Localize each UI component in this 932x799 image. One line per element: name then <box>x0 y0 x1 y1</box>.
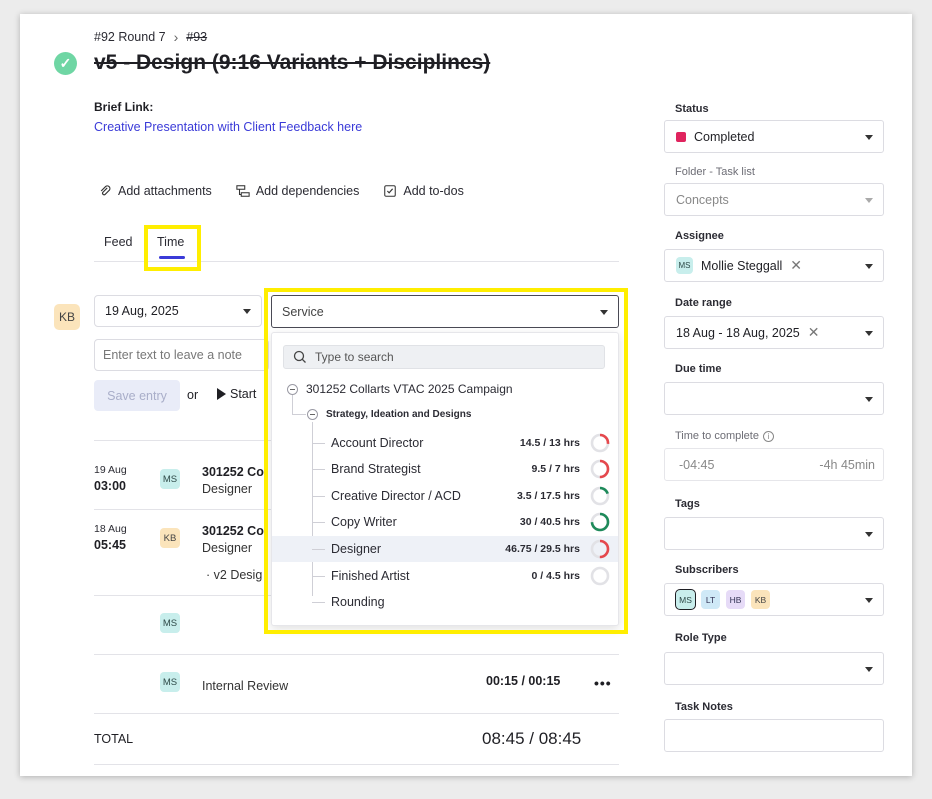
date-range-value: 18 Aug - 18 Aug, 2025 <box>676 325 800 340</box>
entry-date: 19 Aug <box>94 464 127 476</box>
time-to-complete-label: Time to complete <box>675 430 759 442</box>
status-value: Completed <box>694 129 755 144</box>
brief-link[interactable]: Creative Presentation with Client Feedba… <box>94 120 362 134</box>
check-complete-icon[interactable]: ✓ <box>54 52 77 75</box>
list-divider <box>94 764 619 765</box>
caret-down-icon <box>865 531 873 537</box>
task-title[interactable]: v5 - Design (9:16 Variants + Disciplines… <box>94 51 490 75</box>
play-icon <box>217 388 226 400</box>
avatar: KB <box>160 528 180 548</box>
subscribers-select[interactable]: MS LT HB KB <box>664 583 884 616</box>
highlight-box-service <box>264 288 628 634</box>
more-options-icon[interactable]: ••• <box>594 675 612 691</box>
caret-down-icon <box>865 396 873 402</box>
time-to-complete-field: -04:45 -4h 45min <box>664 448 884 481</box>
entry-project[interactable]: 301252 Co <box>202 465 264 479</box>
assignee-name: Mollie Steggall <box>701 258 783 273</box>
entry-role: Designer <box>202 482 253 496</box>
avatar: MS <box>160 469 180 489</box>
date-picker[interactable]: 19 Aug, 2025 <box>94 295 262 327</box>
avatar[interactable]: KB <box>751 590 770 609</box>
chevron-right-icon: › <box>173 29 179 45</box>
date-value: 19 Aug, 2025 <box>105 304 179 318</box>
entry-role: Designer <box>202 541 253 555</box>
add-attachments-label: Add attachments <box>118 184 212 198</box>
status-label: Status <box>675 103 709 115</box>
start-timer-button[interactable]: Start <box>217 387 256 401</box>
due-time-select[interactable] <box>664 382 884 415</box>
clear-icon[interactable]: ✕ <box>808 324 820 341</box>
brief-link-label: Brief Link: <box>94 100 154 114</box>
entry-subtask-label: v2 Desig <box>213 568 263 582</box>
entry-time: 05:45 <box>94 538 126 552</box>
list-divider <box>94 713 619 714</box>
entry-date: 18 Aug <box>94 523 127 535</box>
time-to-complete-left: -04:45 <box>679 458 715 472</box>
assignee-select[interactable]: MS Mollie Steggall ✕ <box>664 249 884 282</box>
date-range-label: Date range <box>675 297 732 309</box>
caret-down-icon <box>865 134 873 140</box>
breadcrumb: #92 Round 7 › #93 <box>94 29 207 45</box>
caret-down-icon <box>865 666 873 672</box>
highlight-box-time-tab <box>144 225 201 271</box>
current-user-avatar: KB <box>54 304 80 330</box>
or-label: or <box>187 388 199 402</box>
status-color-swatch <box>676 131 686 142</box>
breadcrumb-parent[interactable]: #92 Round 7 <box>94 30 166 44</box>
entry-description: Internal Review <box>202 679 289 693</box>
add-dependencies-label: Add dependencies <box>255 184 360 198</box>
dependencies-icon <box>236 185 250 197</box>
paperclip-icon <box>100 185 111 196</box>
todo-checkbox-icon <box>384 185 397 197</box>
entry-time: 03:00 <box>94 479 126 493</box>
clear-icon[interactable]: ✕ <box>790 257 802 274</box>
folder-value: Concepts <box>676 192 729 207</box>
due-time-label: Due time <box>675 363 722 375</box>
total-label: TOTAL <box>94 732 134 746</box>
avatar: MS <box>160 613 180 633</box>
task-notes-label: Task Notes <box>675 701 733 713</box>
date-range-select[interactable]: 18 Aug - 18 Aug, 2025 ✕ <box>664 316 884 349</box>
task-detail-window: #92 Round 7 › #93 ✓ v5 - Design (9:16 Va… <box>20 14 912 776</box>
info-icon[interactable]: i <box>762 430 774 442</box>
role-type-label: Role Type <box>675 632 727 644</box>
add-todos-label: Add to-dos <box>403 184 464 198</box>
avatar: MS <box>160 672 180 692</box>
start-timer-label: Start <box>230 387 257 401</box>
list-divider <box>94 654 619 655</box>
add-dependencies-button[interactable]: Add dependencies <box>236 184 360 198</box>
caret-down-icon <box>865 597 873 603</box>
caret-down-icon <box>865 263 873 269</box>
add-todos-button[interactable]: Add to-dos <box>383 184 464 198</box>
role-type-select[interactable] <box>664 652 884 685</box>
avatar[interactable]: LT <box>701 590 720 609</box>
caret-down-icon <box>865 197 873 203</box>
caret-down-icon <box>243 309 251 314</box>
note-input[interactable]: Enter text to leave a note <box>94 339 269 371</box>
avatar: MS <box>676 257 693 274</box>
entry-duration: 00:15 / 00:15 <box>486 674 561 688</box>
time-to-complete-right: -4h 45min <box>819 458 875 472</box>
caret-down-icon <box>865 330 873 336</box>
tags-select[interactable] <box>664 517 884 550</box>
subscribers-list: MS LT HB KB <box>675 589 770 610</box>
add-attachments-button[interactable]: Add attachments <box>98 184 212 198</box>
total-value: 08:45 / 08:45 <box>482 729 582 748</box>
subscribers-label: Subscribers <box>675 564 739 576</box>
assignee-label: Assignee <box>675 230 724 242</box>
time-to-complete-header: Time to complete i <box>675 430 774 442</box>
tags-label: Tags <box>675 498 700 510</box>
save-entry-button[interactable]: Save entry <box>94 380 180 411</box>
entry-project[interactable]: 301252 Co <box>202 524 264 538</box>
status-select[interactable]: Completed <box>664 120 884 153</box>
breadcrumb-current[interactable]: #93 <box>186 30 207 44</box>
avatar[interactable]: MS <box>675 589 696 610</box>
entry-subtask: · v2 Desig <box>206 568 263 582</box>
folder-label: Folder - Task list <box>675 166 755 178</box>
folder-select[interactable]: Concepts <box>664 183 884 216</box>
task-actions: Add attachments Add dependencies Add to-… <box>98 184 464 198</box>
task-notes-input[interactable] <box>664 719 884 752</box>
avatar[interactable]: HB <box>726 590 745 609</box>
tab-feed[interactable]: Feed <box>104 235 133 249</box>
